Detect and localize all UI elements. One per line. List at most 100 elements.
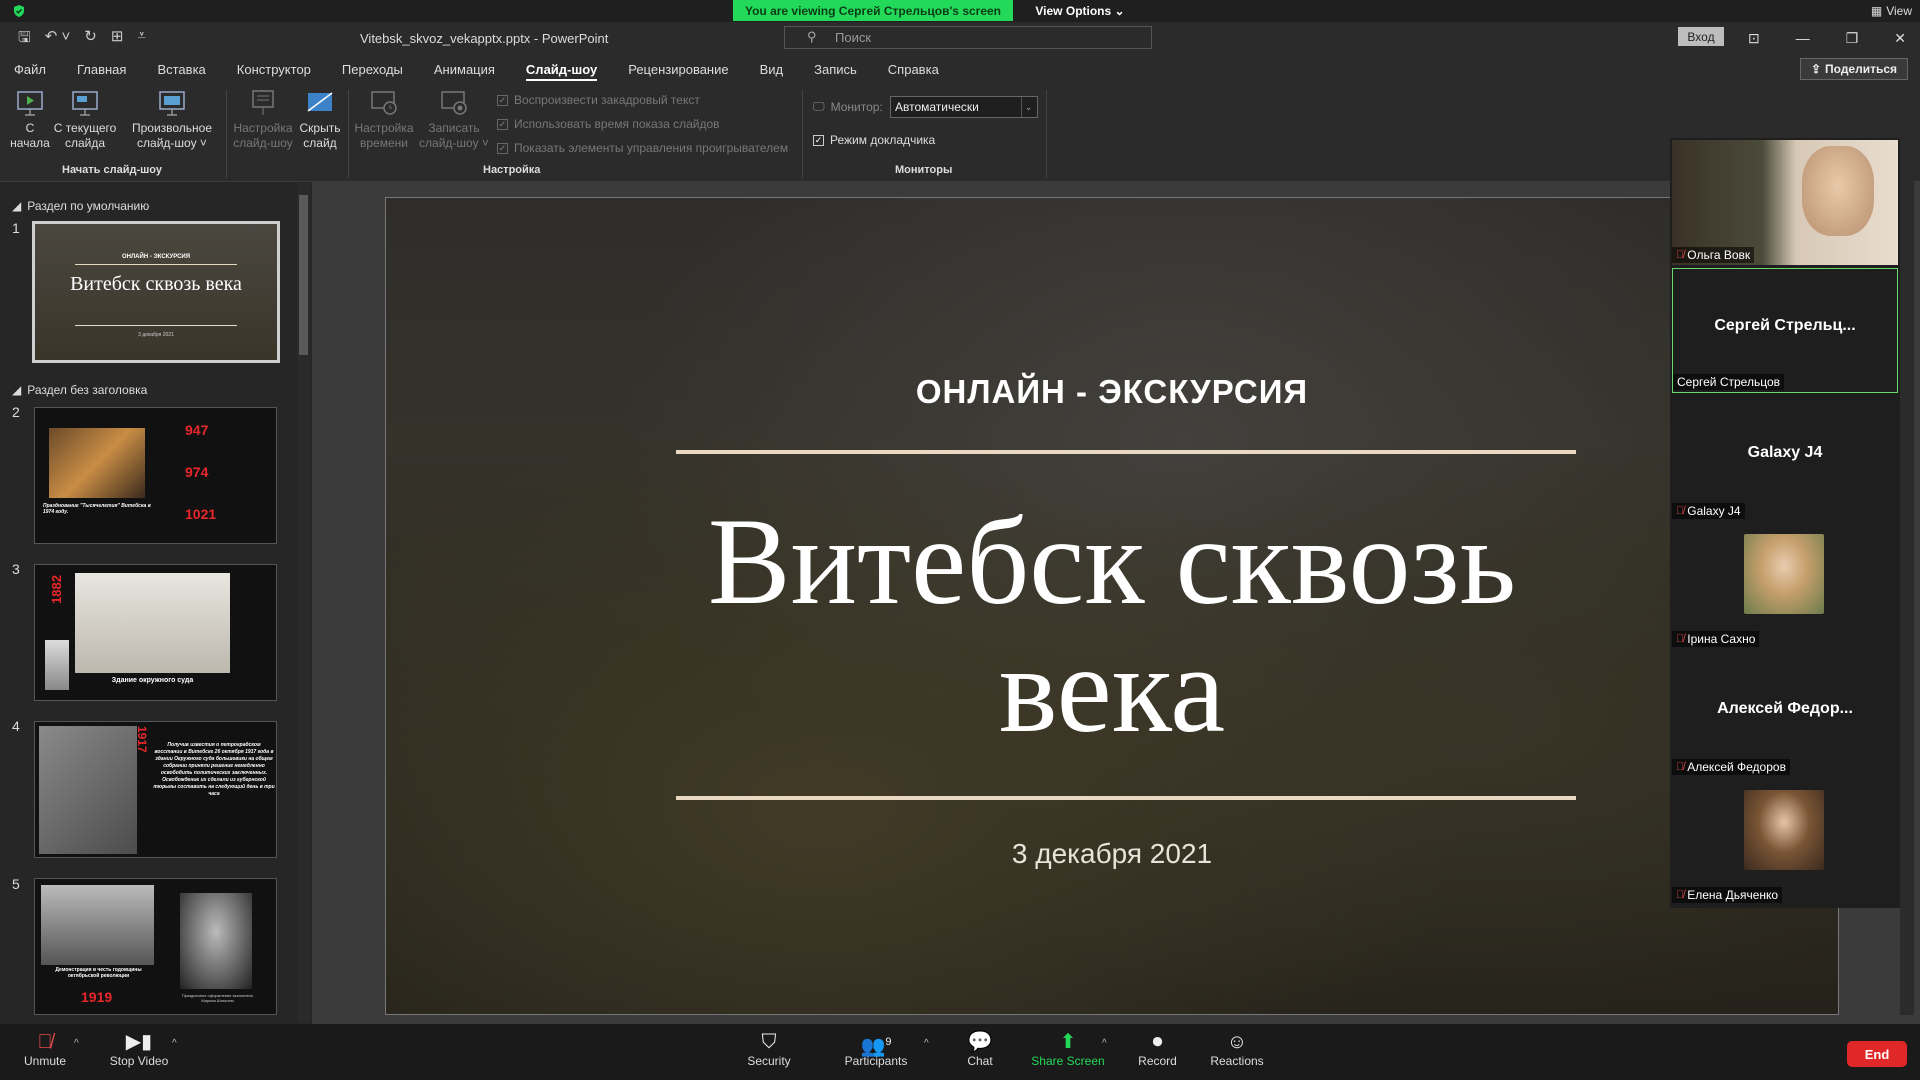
unmute-label: Unmute: [23, 1054, 67, 1068]
from-start-label-1: С: [25, 121, 35, 135]
slide-thumbnail-4[interactable]: 1917 Получив известия о петроградском во…: [34, 721, 277, 858]
participant-tile[interactable]: 🎙̸ Елена Дьяченко: [1672, 780, 1898, 905]
hide-slide-button[interactable]: Скрыть слайд: [296, 88, 344, 151]
close-icon[interactable]: ✕: [1894, 30, 1906, 47]
save-icon[interactable]: 🖫: [18, 27, 31, 52]
from-start-button[interactable]: Сначала: [8, 88, 52, 151]
redo-icon[interactable]: ↻: [84, 27, 97, 52]
participant-tile[interactable]: Galaxy J4 🎙̸ Galaxy J4: [1672, 396, 1898, 521]
minimize-icon[interactable]: —: [1796, 30, 1810, 46]
search-icon: ⚲: [807, 29, 817, 44]
slide-thumbnail-1[interactable]: ОНЛАЙН - ЭКСКУРСИЯ Витебск сквозь века 3…: [32, 221, 280, 363]
slide-number: 1: [12, 220, 20, 236]
record-button[interactable]: ⏺ Record: [1130, 1030, 1185, 1068]
setup-slideshow-button[interactable]: Настройка слайд-шоу: [230, 88, 296, 151]
search-input[interactable]: ⚲ Поиск: [784, 26, 1152, 49]
from-current-button[interactable]: С текущего слайда: [52, 88, 118, 151]
participants-button[interactable]: 👥9 Participants: [836, 1030, 916, 1068]
slide-number: 3: [12, 561, 20, 577]
chat-icon: 💬: [967, 1031, 993, 1053]
ribbon-separator: [802, 90, 803, 178]
timings-checkbox[interactable]: ✓ Использовать время показа слайдов: [497, 117, 720, 131]
tab-animations[interactable]: Анимация: [434, 54, 495, 84]
end-meeting-button[interactable]: End: [1847, 1041, 1907, 1067]
collapse-icon: ◢: [12, 199, 22, 213]
tab-file[interactable]: Файл: [14, 54, 46, 84]
chat-button[interactable]: 💬 Chat: [950, 1030, 1010, 1068]
login-button[interactable]: Вход: [1678, 27, 1724, 46]
presenter-view-checkbox[interactable]: ✓ Режим докладчика: [813, 133, 935, 147]
undo-icon[interactable]: ↶ ˅: [45, 27, 71, 52]
share-button[interactable]: ⇪ Поделиться: [1800, 58, 1908, 80]
thumb-photo: [49, 428, 145, 498]
tab-design[interactable]: Конструктор: [237, 54, 311, 84]
from-start-label-2: начала: [10, 136, 50, 150]
unmute-button[interactable]: 🎙̸ Unmute: [14, 1030, 76, 1068]
chat-label: Chat: [967, 1054, 993, 1068]
tab-view[interactable]: Вид: [760, 54, 784, 84]
tab-insert[interactable]: Вставка: [157, 54, 205, 84]
monitor-select[interactable]: Автоматически ⌄: [890, 96, 1038, 118]
section-header-untitled[interactable]: ◢ Раздел без заголовка: [12, 383, 147, 397]
slide-scrollbar[interactable]: [1900, 170, 1914, 1015]
tab-record[interactable]: Запись: [814, 54, 857, 84]
participant-name: Алексей Федоров: [1687, 760, 1786, 774]
ribbon-display-icon[interactable]: ⊡: [1748, 30, 1760, 47]
audio-options-caret[interactable]: ^: [74, 1038, 79, 1049]
thumb-year: 974: [185, 464, 209, 480]
rehearse-timings-button[interactable]: Настройка времени: [352, 88, 416, 151]
media-controls-checkbox[interactable]: ✓ Показать элементы управления проигрыват…: [497, 141, 788, 155]
participant-video: [1744, 534, 1824, 614]
reactions-button[interactable]: ☺ Reactions: [1204, 1030, 1270, 1068]
participant-tile[interactable]: 🎙̸ Ірина Сахно: [1672, 524, 1898, 649]
setup-label-2: слайд-шоу: [233, 136, 293, 150]
setup-label-1: Настройка: [233, 121, 293, 135]
narration-checkbox[interactable]: ✓ Воспроизвести закадровый текст: [497, 93, 700, 107]
record-slideshow-button[interactable]: Записать слайд-шоу ˅: [418, 88, 490, 151]
thumb-rule: [75, 264, 237, 265]
rehearse-label-2: времени: [360, 136, 408, 150]
stop-video-button[interactable]: ▶▮ Stop Video: [104, 1030, 174, 1068]
scrollbar-thumb[interactable]: [299, 195, 308, 355]
from-current-label-1: С текущего: [53, 121, 117, 135]
tab-transitions[interactable]: Переходы: [342, 54, 403, 84]
chevron-down-icon: ⌄: [1021, 97, 1035, 117]
customize-qat-icon[interactable]: ⩡: [137, 27, 145, 52]
participants-options-caret[interactable]: ^: [924, 1038, 929, 1049]
slide-thumbnail-3[interactable]: 1882 Здание окружного суда: [34, 564, 277, 701]
security-button[interactable]: ⛉ Security: [738, 1030, 800, 1068]
collapse-icon: ◢: [12, 383, 22, 397]
maximize-icon[interactable]: ❐: [1846, 30, 1859, 47]
participant-tile[interactable]: 🎙̸ Ольга Вовк: [1672, 140, 1898, 265]
section-header-default[interactable]: ◢ Раздел по умолчанию: [12, 199, 149, 213]
custom-show-button[interactable]: Произвольное слайд-шоу ˅: [128, 88, 216, 151]
current-slide[interactable]: ОНЛАЙН - ЭКСКУРСИЯ Витебск сквозь века 3…: [385, 197, 1839, 1015]
share-options-caret[interactable]: ^: [1102, 1038, 1107, 1049]
view-options-button[interactable]: View Options ⌄: [1030, 0, 1130, 21]
share-screen-button[interactable]: ⬆ Share Screen: [1028, 1030, 1108, 1068]
slide-thumbnail-2[interactable]: Празднование "Тысячелетия" Витебска в 19…: [34, 407, 277, 544]
tab-help[interactable]: Справка: [888, 54, 939, 84]
mic-muted-icon: 🎙̸: [1676, 505, 1685, 517]
tab-slideshow[interactable]: Слайд-шоу: [525, 54, 598, 84]
checkbox-box: ✓: [813, 134, 824, 146]
custom-show-label-2: слайд-шоу ˅: [137, 136, 207, 150]
participants-icon: 👥9: [860, 1035, 892, 1058]
grid-icon: ▦: [1870, 3, 1883, 18]
participant-tile-active-speaker[interactable]: Сергей Стрельц... Сергей Стрельцов: [1672, 268, 1898, 393]
view-button[interactable]: ▦ View: [1871, 0, 1912, 21]
slide-thumbnail-5[interactable]: Демонстрация в честь годовщины октябрьск…: [34, 878, 277, 1015]
slide-number: 5: [12, 876, 20, 892]
share-label: Поделиться: [1825, 62, 1898, 76]
participant-tile[interactable]: Алексей Федор... 🎙̸ Алексей Федоров: [1672, 652, 1898, 777]
participants-label: Participants: [844, 1054, 908, 1068]
present-icon[interactable]: ⊞: [111, 27, 124, 52]
participant-name: Елена Дьяченко: [1687, 888, 1779, 902]
viewing-banner: You are viewing Сергей Стрельцов's scree…: [733, 0, 1013, 21]
tab-home[interactable]: Главная: [77, 54, 126, 84]
video-options-caret[interactable]: ^: [172, 1038, 177, 1049]
tab-review[interactable]: Рецензирование: [628, 54, 728, 84]
participant-display-name: Алексей Федор...: [1717, 700, 1853, 717]
window-controls: ⊡ — ❐ ✕: [1748, 22, 1906, 54]
narration-label: Воспроизвести закадровый текст: [514, 93, 700, 107]
